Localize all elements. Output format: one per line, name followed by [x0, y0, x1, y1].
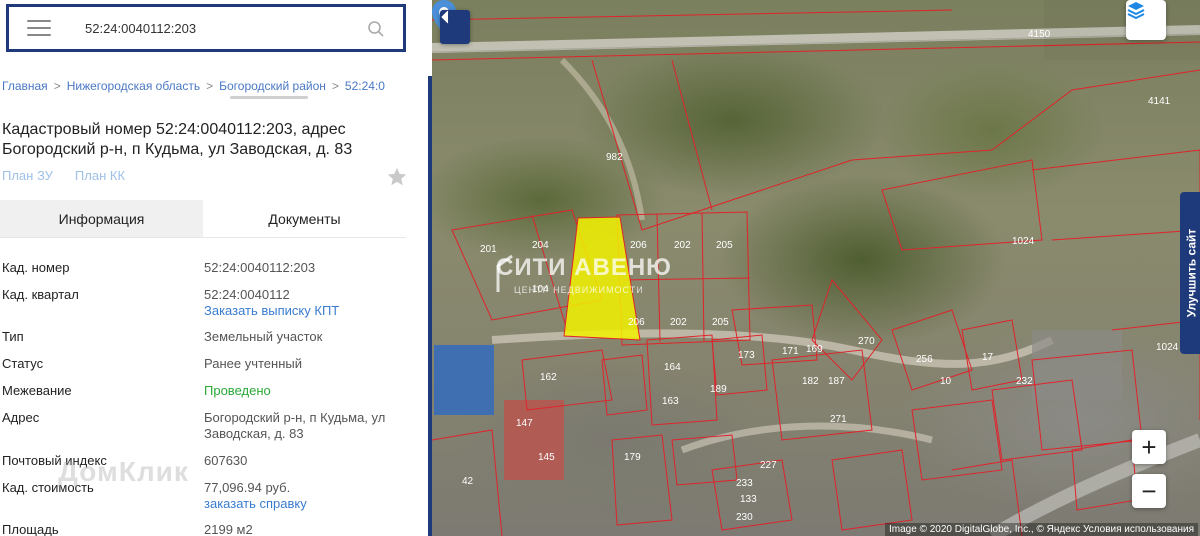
- breadcrumb-item-region[interactable]: Нижегородская область: [67, 79, 200, 93]
- info-label: Кад. стоимость: [2, 480, 94, 495]
- info-label: Тип: [2, 329, 24, 344]
- info-label: Адрес: [2, 410, 40, 425]
- zoom-out-button[interactable]: −: [1132, 474, 1166, 508]
- parcel-label: 4141: [1148, 96, 1171, 107]
- breadcrumb-item-current[interactable]: 52:24:0: [345, 79, 385, 93]
- parcel-label: 256: [916, 354, 933, 365]
- breadcrumb-separator: >: [53, 79, 61, 93]
- village-road: [680, 422, 933, 454]
- info-value: Земельный участок: [204, 329, 323, 344]
- info-label: Площадь: [2, 522, 59, 536]
- collapse-panel-button[interactable]: [440, 10, 470, 44]
- parcel-label: 162: [540, 372, 557, 383]
- parcel-label: 202: [670, 317, 687, 328]
- map-view[interactable]: 4150 4141 982 1024 201 204 206 202 205 1…: [432, 0, 1200, 536]
- parcel-label: 163: [662, 396, 679, 407]
- parcel-label: 147: [516, 418, 533, 429]
- parcel-label: 982: [606, 152, 623, 163]
- dirt-path: [559, 57, 645, 221]
- info-value: 607630: [204, 453, 248, 468]
- plan-links: План ЗУ План КК: [2, 168, 147, 183]
- parcel-label: 171: [782, 346, 799, 357]
- layers-icon: [1127, 2, 1145, 20]
- improve-site-label: Улучшить сайт: [1184, 228, 1198, 318]
- parcel-label: 270: [858, 336, 875, 347]
- page-title: Кадастровый номер 52:24:0040112:203, адр…: [2, 121, 353, 158]
- parcel-label: 145: [538, 452, 555, 463]
- breadcrumb-separator: >: [206, 79, 214, 93]
- info-value: 2199 м2: [204, 522, 253, 536]
- breadcrumb: Главная > Нижегородская область > Богородски…: [2, 79, 410, 93]
- parcel-label: 42: [462, 476, 474, 487]
- parcel-label: 4150: [1028, 29, 1051, 40]
- parcel-label: 205: [712, 317, 729, 328]
- parcel-label: 17: [982, 352, 994, 363]
- layers-button[interactable]: [1126, 0, 1166, 40]
- parcel-label: 206: [628, 317, 645, 328]
- improve-site-button[interactable]: Улучшить сайт: [1180, 192, 1200, 354]
- tab-documents[interactable]: Документы: [203, 200, 406, 238]
- parcel-label: 206: [630, 240, 647, 251]
- parcel-label: 173: [738, 350, 755, 361]
- parcel-label: 202: [674, 240, 691, 251]
- info-value-group: 77,096.94 руб. заказать справку: [204, 480, 404, 512]
- parcel-label: 187: [828, 376, 845, 387]
- info-value-group: 52:24:0040112 Заказать выписку КПТ: [204, 287, 404, 319]
- info-label: Кад. квартал: [2, 287, 79, 302]
- parcel-label: 182: [802, 376, 819, 387]
- search-box: [6, 4, 406, 52]
- breadcrumb-scrollbar[interactable]: [230, 96, 308, 99]
- parcel-label: 179: [624, 452, 641, 463]
- info-panel: Главная > Нижегородская область > Богородски…: [0, 0, 432, 536]
- parcel-label: 169: [806, 344, 823, 355]
- parcel-label: 227: [760, 460, 777, 471]
- menu-icon[interactable]: [27, 20, 51, 36]
- favorite-star-icon[interactable]: [386, 166, 408, 188]
- parcel-label: 205: [716, 240, 733, 251]
- info-value: Богородский р-н, п Кудьма, ул Заводская,…: [204, 410, 386, 441]
- order-kpt-link[interactable]: Заказать выписку КПТ: [204, 303, 404, 319]
- tab-bar: Информация Документы: [0, 200, 406, 238]
- parcel-label: 1024: [1156, 342, 1179, 353]
- info-value: 52:24:0040112:203: [204, 260, 316, 275]
- building-group: [1032, 330, 1122, 400]
- zoom-in-button[interactable]: +: [1132, 430, 1166, 464]
- parcel-label: 189: [710, 384, 727, 395]
- breadcrumb-separator: >: [331, 79, 339, 93]
- info-label: Почтовый индекс: [2, 453, 107, 468]
- parcel-label: 204: [532, 240, 549, 251]
- parcel-label: 201: [480, 244, 497, 255]
- survey-status-value: Проведено: [204, 383, 271, 398]
- building-red-roof: [504, 400, 564, 480]
- parcel-label: 271: [830, 414, 847, 425]
- plan-kk-link[interactable]: План КК: [75, 168, 125, 183]
- map-copyright: Image © 2020 DigitalGlobe, Inc., © Яндек…: [885, 523, 1198, 536]
- parcel-label: 104: [532, 284, 549, 295]
- tab-information[interactable]: Информация: [0, 200, 203, 238]
- search-icon[interactable]: [367, 20, 385, 38]
- chevron-left-icon: [441, 10, 449, 24]
- parcel-label: 233: [736, 478, 753, 489]
- parcel-label: 133: [740, 494, 757, 505]
- breadcrumb-item-home[interactable]: Главная: [2, 79, 48, 93]
- info-value: Ранее учтенный: [204, 356, 302, 371]
- parcel-label: 164: [664, 362, 681, 373]
- info-value: 52:24:0040112: [204, 287, 290, 302]
- info-label: Межевание: [2, 383, 72, 398]
- parcel-label: 10: [940, 376, 952, 387]
- info-label: Статус: [2, 356, 44, 371]
- station-street: [988, 433, 1200, 536]
- breadcrumb-item-district[interactable]: Богородский район: [219, 79, 326, 93]
- order-certificate-link[interactable]: заказать справку: [204, 496, 404, 512]
- plan-zu-link[interactable]: План ЗУ: [2, 168, 53, 183]
- parcel-label: 232: [1016, 376, 1033, 387]
- building-blue-roof: [434, 345, 494, 415]
- parcel-label: 1024: [1012, 236, 1035, 247]
- info-value: 77,096.94 руб.: [204, 480, 291, 495]
- search-input[interactable]: [85, 20, 355, 36]
- info-label: Кад. номер: [2, 260, 70, 275]
- parcel-label: 230: [736, 512, 753, 523]
